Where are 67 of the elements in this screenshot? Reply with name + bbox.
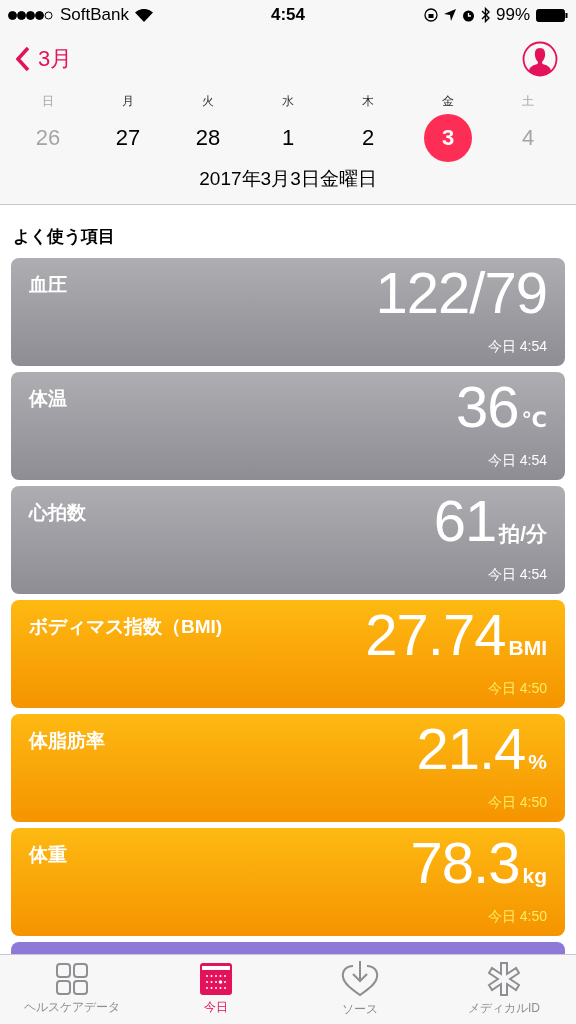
grid-icon xyxy=(56,963,88,995)
wifi-icon xyxy=(135,8,153,22)
metric-value: 36 xyxy=(456,378,519,436)
metric-unit: BMI xyxy=(508,636,547,660)
metric-time: 今日 4:54 xyxy=(487,338,547,356)
tab-item[interactable]: ソース xyxy=(288,955,432,1024)
day-button[interactable]: 27 xyxy=(104,114,152,162)
bluetooth-icon xyxy=(480,7,490,23)
battery-percentage: 99% xyxy=(495,5,530,25)
weekday-label: 木 xyxy=(362,93,374,110)
location-icon xyxy=(443,9,456,21)
metric-title: 心拍数 xyxy=(29,501,86,525)
alarm-icon xyxy=(461,8,475,22)
metric-title: 体脂肪率 xyxy=(29,729,105,753)
tab-item[interactable]: メディカルID xyxy=(432,955,576,1024)
day-button[interactable]: 28 xyxy=(184,114,232,162)
metric-unit: 拍/分 xyxy=(499,521,547,547)
back-button[interactable]: 3月 xyxy=(16,44,73,74)
back-label[interactable]: 3月 xyxy=(38,44,73,74)
metric-title: ボディマス指数（BMI) xyxy=(29,615,223,639)
chevron-left-icon xyxy=(16,46,30,72)
tab-item[interactable]: 今日 xyxy=(144,955,288,1024)
metric-card[interactable]: 体脂肪率 21.4% 今日 4:50 xyxy=(11,714,565,822)
metric-title: 体重 xyxy=(29,843,67,867)
metric-time: 今日 4:54 xyxy=(487,452,547,470)
rotation-lock-icon xyxy=(423,8,438,22)
metric-card[interactable]: 心拍数 61拍/分 今日 4:54 xyxy=(11,486,565,594)
signal-icon xyxy=(8,10,54,20)
battery-icon xyxy=(536,8,568,22)
day-button[interactable]: 4 xyxy=(504,114,552,162)
status-time: 4:54 xyxy=(271,5,305,25)
metric-unit: ℃ xyxy=(521,408,547,432)
weekday-label: 日 xyxy=(42,93,54,110)
metric-value: 78.3 xyxy=(410,834,520,892)
metric-unit: % xyxy=(528,750,547,774)
day-button[interactable]: 2 xyxy=(344,114,392,162)
metric-time: 今日 4:54 xyxy=(487,566,547,584)
day-button[interactable]: 26 xyxy=(24,114,72,162)
day-button[interactable]: 3 xyxy=(424,114,472,162)
weekday-label: 水 xyxy=(282,93,294,110)
section-title: よく使う項目 xyxy=(12,226,116,248)
asterisk-icon xyxy=(487,962,521,996)
metric-card[interactable]: 体温 36℃ 今日 4:54 xyxy=(11,372,565,480)
tab-item[interactable]: ヘルスケアデータ xyxy=(0,955,144,1024)
metric-card[interactable]: ボディマス指数（BMI) 27.74 BMI 今日 4:50 xyxy=(11,600,565,708)
heart-download-icon xyxy=(341,961,379,997)
metric-title: 血圧 xyxy=(29,273,67,297)
carrier-name: SoftBank xyxy=(60,5,129,25)
metric-time: 今日 4:50 xyxy=(487,908,547,926)
metric-value: 21.4 xyxy=(416,720,526,778)
metric-value: 122/79 xyxy=(375,264,547,322)
date-title: 2017年3月3日金曜日 xyxy=(198,167,378,191)
weekday-label: 火 xyxy=(202,93,214,110)
metric-card[interactable]: 血圧 122/79 今日 4:54 xyxy=(11,258,565,366)
metric-unit: kg xyxy=(522,864,547,888)
metric-time: 今日 4:50 xyxy=(487,794,547,812)
day-button[interactable]: 1 xyxy=(264,114,312,162)
metric-value: 27.74 xyxy=(365,606,506,664)
metric-title: 体温 xyxy=(29,387,67,411)
metric-time: 今日 4:50 xyxy=(487,680,547,698)
weekday-label: 月 xyxy=(122,93,134,110)
calendar-icon xyxy=(200,963,232,995)
weekday-label: 金 xyxy=(442,93,454,110)
weekday-label: 土 xyxy=(522,93,534,110)
profile-icon[interactable] xyxy=(522,41,558,77)
metric-card[interactable]: 体重 78.3 kg 今日 4:50 xyxy=(11,828,565,936)
metric-value: 61 xyxy=(433,492,497,550)
